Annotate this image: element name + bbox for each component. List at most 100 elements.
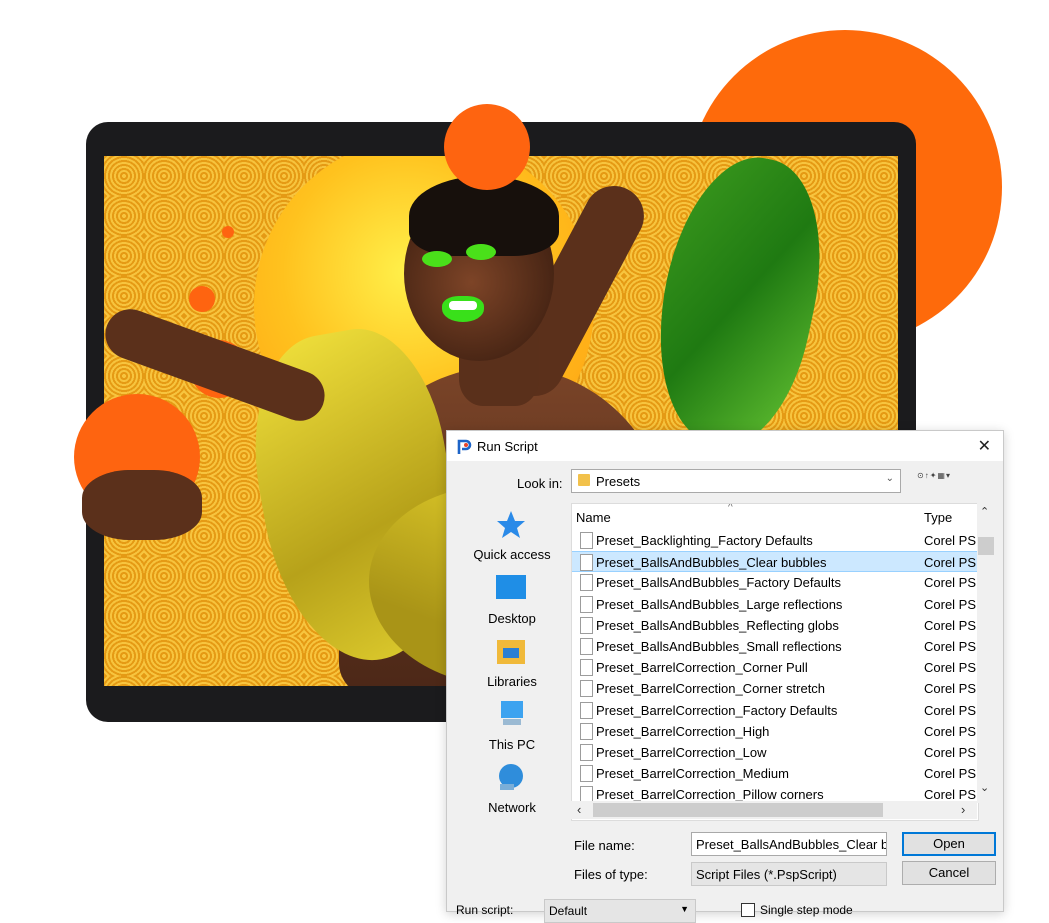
file-name-input[interactable]: Preset_BallsAndBubbles_Clear bubbles (691, 832, 887, 856)
place-quick-access[interactable]: Quick access (457, 509, 567, 569)
file-name-label: File name: (574, 838, 635, 853)
file-icon (580, 659, 593, 677)
file-row[interactable]: Preset_BarrelCorrection_Factory Defaults… (572, 700, 978, 721)
look-in-label: Look in: (517, 476, 563, 491)
file-list-header: ^ Name Type (572, 504, 978, 528)
file-row[interactable]: Preset_BarrelCorrection_Medium Corel PS (572, 763, 978, 784)
computer-icon (501, 701, 523, 725)
chevron-down-icon: ▼ (680, 904, 689, 914)
file-name: Preset_BarrelCorrection_Corner stretch (596, 681, 826, 697)
file-icon (580, 680, 593, 698)
libraries-icon (497, 640, 525, 664)
orange-ball (444, 104, 530, 190)
back-icon[interactable]: ⊙ (917, 471, 925, 480)
open-button[interactable]: Open (902, 832, 996, 856)
file-list[interactable]: ^ Name Type Preset_Backlighting_Factory … (571, 503, 979, 821)
file-name: Preset_BallsAndBubbles_Reflecting globs (596, 617, 839, 633)
scroll-left-icon[interactable]: ‹ (577, 802, 581, 817)
look-in-dropdown[interactable]: Presets ⌄ (571, 469, 901, 493)
run-script-dropdown[interactable]: Default ▼ (544, 899, 696, 923)
vertical-scrollbar[interactable]: ⌃ ⌄ (977, 503, 995, 803)
run-script-value: Default (549, 904, 588, 918)
file-row[interactable]: Preset_BallsAndBubbles_Large reflections… (572, 594, 978, 615)
file-type: Corel PS (924, 745, 977, 760)
cancel-button[interactable]: Cancel (902, 861, 996, 885)
file-icon (580, 701, 593, 719)
place-libraries[interactable]: Libraries (457, 636, 567, 696)
place-this-pc[interactable]: This PC (457, 699, 567, 759)
network-icon (499, 764, 523, 790)
file-icon (580, 722, 593, 740)
file-icon (580, 554, 593, 572)
paintshop-app-icon (457, 439, 472, 454)
file-icon (580, 616, 593, 634)
smile (449, 301, 477, 310)
file-type: Corel PS (924, 723, 977, 739)
place-label: Libraries (487, 674, 537, 689)
file-type: Corel PS (924, 596, 977, 612)
file-row[interactable]: Preset_BallsAndBubbles_Small reflections… (572, 636, 978, 657)
scroll-down-icon[interactable]: ⌄ (980, 781, 989, 794)
scroll-thumb[interactable] (593, 803, 883, 817)
model-hand (82, 470, 202, 540)
file-row[interactable]: Preset_BallsAndBubbles_Factory Defaults C… (572, 572, 978, 593)
file-name: Preset_BarrelCorrection_Low (596, 745, 767, 760)
green-eyeshadow (466, 244, 496, 260)
run-script-label: Run script: (456, 903, 514, 917)
nav-toolbar: ⊙↑✦▦▾ (917, 471, 951, 480)
file-type: Corel PS (924, 766, 977, 782)
places-bar: Quick access Desktop Libraries This PC N… (457, 503, 567, 823)
orange-dot (222, 226, 234, 238)
file-name: Preset_BallsAndBubbles_Factory Defaults (596, 575, 841, 591)
file-row[interactable]: Preset_BallsAndBubbles_Reflecting globs C… (572, 615, 978, 636)
file-icon (580, 744, 593, 761)
sort-caret-icon: ^ (728, 503, 733, 513)
horizontal-scrollbar[interactable]: ‹ (571, 801, 977, 819)
single-step-checkbox[interactable] (741, 903, 755, 917)
file-name: Preset_BarrelCorrection_Factory Defaults (596, 702, 838, 718)
file-row[interactable]: Preset_BarrelCorrection_High Corel PS (572, 721, 978, 742)
desktop-icon (496, 575, 526, 599)
place-label: Network (488, 800, 536, 815)
view-menu-icon[interactable]: ▦▾ (937, 471, 951, 480)
file-name: Preset_Backlighting_Factory Defaults (596, 533, 813, 548)
file-icon (580, 595, 593, 613)
file-type: Corel PS (924, 681, 977, 697)
file-name: Preset_BarrelCorrection_Corner Pull (596, 660, 808, 676)
file-row[interactable]: Preset_BallsAndBubbles_Clear bubbles Core… (572, 551, 978, 573)
file-type: Corel PS (924, 575, 977, 591)
scroll-thumb[interactable] (978, 537, 994, 555)
file-type: Corel PS (924, 617, 977, 633)
file-type: Corel PS (924, 660, 977, 676)
green-feather (635, 156, 843, 459)
file-type: Corel PS (924, 555, 977, 571)
place-desktop[interactable]: Desktop (457, 573, 567, 633)
green-eyeshadow (422, 251, 452, 267)
column-header-type[interactable]: Type (924, 510, 952, 525)
scroll-right-icon[interactable]: › (961, 802, 965, 817)
column-header-name[interactable]: Name (576, 510, 611, 525)
file-name: Preset_BallsAndBubbles_Small reflections (596, 639, 842, 654)
file-name: Preset_BarrelCorrection_High (596, 723, 770, 739)
file-type: Corel PS (924, 533, 977, 548)
file-name: Preset_BallsAndBubbles_Large reflections (596, 596, 843, 612)
folder-icon (578, 474, 590, 486)
scroll-up-icon[interactable]: ⌃ (980, 505, 989, 518)
file-icon (580, 638, 593, 655)
file-icon (580, 574, 593, 592)
file-row[interactable]: Preset_BarrelCorrection_Corner Pull Corel… (572, 657, 978, 678)
single-step-label: Single step mode (760, 903, 853, 917)
star-icon (497, 511, 525, 538)
place-label: This PC (488, 737, 536, 752)
file-row[interactable]: Preset_BarrelCorrection_Corner stretch Co… (572, 678, 978, 699)
file-row[interactable]: Preset_BarrelCorrection_Low Corel PS (572, 742, 978, 763)
look-in-value: Presets (596, 474, 641, 489)
file-row[interactable]: Preset_Backlighting_Factory Defaults Core… (572, 530, 978, 551)
close-icon[interactable]: ✕ (978, 436, 991, 456)
file-name-value: Preset_BallsAndBubbles_Clear bubbles (696, 837, 886, 852)
place-network[interactable]: Network (457, 762, 567, 822)
files-of-type-dropdown[interactable]: Script Files (*.PspScript) (691, 862, 887, 886)
dialog-title: Run Script (477, 439, 538, 454)
file-name: Preset_BallsAndBubbles_Clear bubbles (596, 555, 827, 571)
files-of-type-label: Files of type: (574, 867, 648, 882)
